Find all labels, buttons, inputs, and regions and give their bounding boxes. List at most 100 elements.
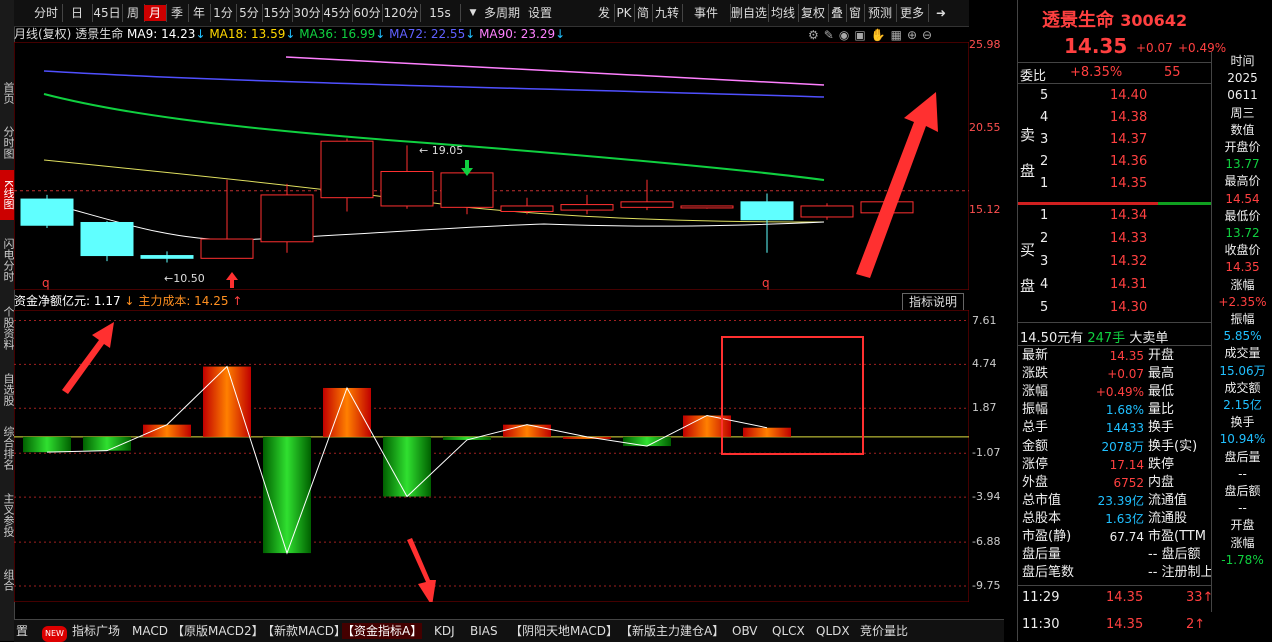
tick-price: 14.35 [1106, 590, 1144, 605]
period-11[interactable]: 45分 [322, 5, 352, 21]
period-14[interactable]: 15s [420, 5, 460, 21]
tool-4[interactable]: 事件 [682, 5, 730, 21]
period-1[interactable]: 日 [62, 5, 92, 21]
indicator-tab-13[interactable]: QLDX [816, 623, 850, 639]
indicator-tab-6[interactable]: 【资金指标A】 [342, 623, 423, 639]
indicator-tab-11[interactable]: OBV [732, 623, 758, 639]
zoom-out-icon[interactable]: ⊖ [922, 28, 937, 42]
sell-row[interactable]: 2 14.36 [1040, 154, 1160, 174]
period-4[interactable]: 月 [144, 5, 166, 21]
period-9[interactable]: 15分 [262, 5, 292, 21]
tool-0[interactable]: 发 [594, 5, 614, 21]
period-toolbar: 分时日 45日周月季年 1分 5分 15分 30分 45分 60分 120分 15s ▼ 多周期 设置 发… [14, 0, 969, 27]
tool-5[interactable]: 删自选 [730, 5, 768, 21]
rail-item-8[interactable]: 组合 [0, 560, 15, 600]
sell-row[interactable]: 3 14.37 [1040, 132, 1160, 152]
sell-row[interactable]: 4 14.38 [1040, 110, 1160, 130]
side-info-item: 收盘价 [1224, 243, 1261, 258]
rail-item-3[interactable]: 闪电分时 [0, 230, 15, 290]
expand-icon[interactable]: ➜ [932, 5, 950, 21]
tool-10[interactable]: 预测 [864, 5, 896, 21]
side-info-item: 换手 [1230, 415, 1255, 430]
left-rail: 首页分时图 K线图闪电分时个股资料自选股综合排名主叉参投组合 [0, 0, 15, 641]
indicator-tab-3[interactable]: MACD [132, 623, 168, 639]
eye-icon[interactable]: ◉ [839, 28, 854, 42]
side-info-item: 开盘价 [1224, 140, 1261, 154]
buy-row[interactable]: 5 14.30 [1040, 300, 1160, 320]
multi-period-button[interactable]: 多周期 [482, 5, 522, 21]
indicator-explain-button[interactable]: 指标说明 [902, 293, 964, 311]
stat-label: 涨幅 [1022, 384, 1049, 400]
indicator-tab-5[interactable]: 【新款MACD】 [262, 623, 346, 639]
buy-row[interactable]: 2 14.33 [1040, 231, 1160, 251]
period-10[interactable]: 30分 [292, 5, 322, 21]
tool-7[interactable]: 复权 [798, 5, 828, 21]
pen-icon[interactable]: ✎ [824, 28, 839, 42]
indicator-tab-2[interactable]: 指标广场 [72, 623, 120, 639]
period-2[interactable]: 45日 [92, 5, 122, 21]
period-3[interactable]: 周 [122, 5, 144, 21]
tool-8[interactable]: 叠 [828, 5, 846, 21]
buy-row[interactable]: 1 14.34 [1040, 208, 1160, 228]
ma-item-3: MA72: 22.55 [389, 27, 466, 41]
indicator-tab-0[interactable]: 置 [16, 623, 28, 639]
settings-button[interactable]: 设置 [524, 5, 556, 21]
tick-time: 11:29 [1022, 590, 1060, 605]
period-0[interactable]: 分时 [30, 5, 62, 21]
side-info-item: 13.72 [1225, 226, 1260, 240]
rail-item-0[interactable]: 首页 [0, 70, 15, 115]
fund-flow-chart[interactable] [14, 310, 969, 602]
lock-icon[interactable]: ▣ [854, 28, 870, 42]
indicator-tab-7[interactable]: KDJ [434, 623, 455, 639]
rail-item-5[interactable]: 自选股 [0, 365, 15, 413]
rail-item-4[interactable]: 个股资料 [0, 300, 15, 355]
tool-11[interactable]: 更多 [896, 5, 928, 21]
rail-item-6[interactable]: 综合排名 [0, 420, 15, 475]
sell-row[interactable]: 1 14.35 [1040, 176, 1160, 196]
stock-name: 透景生命 [1042, 10, 1114, 31]
tool-3[interactable]: 九转 [652, 5, 682, 21]
hand-icon[interactable]: ✋ [871, 28, 891, 42]
rail-item-1[interactable]: 分时图 [0, 120, 15, 165]
rail-item-2[interactable]: K线图 [0, 170, 15, 220]
period-6[interactable]: 年 [188, 5, 210, 21]
zoom-in-icon[interactable]: ⊕ [907, 28, 922, 42]
period-8[interactable]: 5分 [236, 5, 262, 21]
indicator-tab-12[interactable]: QLCX [772, 623, 805, 639]
tool-9[interactable]: 窗 [846, 5, 864, 21]
new-badge: NEW [42, 626, 67, 642]
buy-row[interactable]: 4 14.31 [1040, 277, 1160, 297]
indicator-tab-9[interactable]: 【阴阳天地MACD】 [510, 623, 618, 639]
indicator-tab-4[interactable]: 【原版MACD2】 [172, 623, 264, 639]
ma-arrow-4: ↓ [555, 27, 566, 41]
sell-level: 2 [1040, 154, 1049, 169]
period-12[interactable]: 60分 [352, 5, 382, 21]
indicator-tab-14[interactable]: 竞价量比 [860, 623, 908, 639]
side-info-item: +2.35% [1218, 294, 1267, 309]
stat-label: 市盈(静) [1022, 529, 1072, 544]
stat-label: 振幅 [1022, 402, 1049, 418]
side-info-item: 涨幅 [1230, 535, 1255, 550]
rail-item-7[interactable]: 主叉参投 [0, 485, 15, 545]
tool-6[interactable]: 均线 [768, 5, 798, 21]
sell-row[interactable]: 5 14.40 [1040, 88, 1160, 108]
indicator-tab-10[interactable]: 【新版主力建仓A】 [620, 623, 724, 639]
candle-body [260, 194, 314, 243]
side-info-item: 开盘 [1230, 518, 1255, 533]
period-dropdown-icon[interactable]: ▼ [466, 5, 480, 21]
tool-2[interactable]: 简 [634, 5, 652, 21]
period-7[interactable]: 1分 [210, 5, 236, 21]
sell-level: 1 [1040, 176, 1049, 191]
tool-1[interactable]: PK [614, 5, 634, 21]
buy-row[interactable]: 3 14.32 [1040, 254, 1160, 274]
indicator-tab-8[interactable]: BIAS [470, 623, 498, 639]
candle-body [620, 201, 674, 208]
kline-chart[interactable]: ← 19.05 ←10.50 q q [14, 42, 969, 290]
fund-axis-label: 4.74 [972, 357, 997, 371]
side-info-item: 15.06万 [1219, 363, 1266, 378]
period-5[interactable]: 季 [166, 5, 188, 21]
gear-icon[interactable]: ⚙ [808, 28, 824, 42]
grid-icon[interactable]: ▦ [891, 28, 907, 42]
period-13[interactable]: 120分 [382, 5, 420, 21]
side-info-item: 周三 [1230, 105, 1255, 120]
